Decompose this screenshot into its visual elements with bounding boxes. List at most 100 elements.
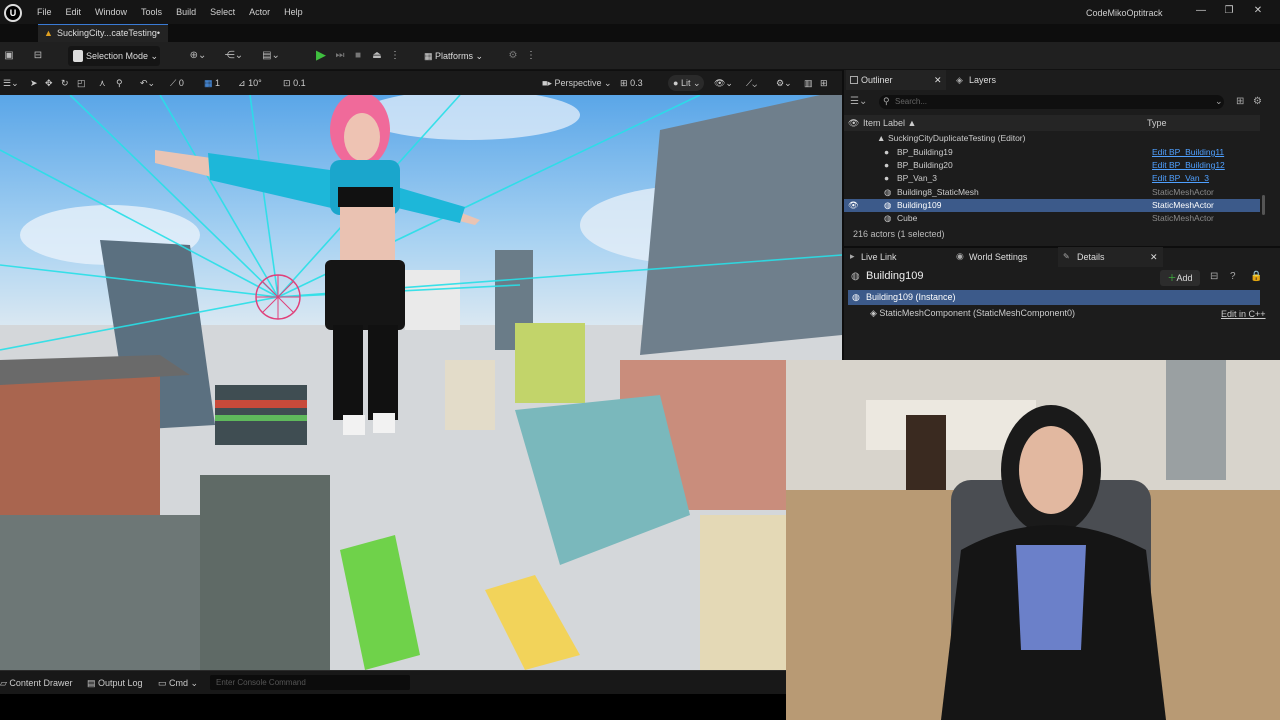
outliner-scrollbar[interactable] (1262, 195, 1265, 215)
settings-icon[interactable]: ⚙ (505, 47, 521, 65)
outliner-row[interactable]: ◍ Building8_StaticMesh StaticMeshActor (844, 186, 1260, 199)
menu-select[interactable]: Select (203, 7, 242, 17)
menu-tools[interactable]: Tools (134, 7, 169, 17)
viewport-layout-icon[interactable]: ▥ (804, 75, 816, 91)
scale-snap-toggle[interactable]: ⊡ 0.1 (283, 75, 319, 91)
row-type: StaticMeshActor (1152, 213, 1214, 223)
edit-blueprint-link[interactable]: Edit BP_Building12 (1152, 159, 1225, 172)
static-mesh-icon: ◍ (884, 187, 892, 197)
add-folder-icon[interactable]: ⊞ (1236, 96, 1244, 107)
menu-edit[interactable]: Edit (59, 7, 89, 17)
content-drawer-button[interactable]: ▱ Content Drawer (0, 676, 76, 690)
outliner-row[interactable]: ● BP_Building20 Edit BP_Building12 (844, 159, 1260, 172)
close-window-button[interactable]: ✕ (1250, 5, 1266, 19)
edit-blueprint-link[interactable]: Edit BP_Building11 (1152, 146, 1224, 159)
component-instance-row[interactable]: Building109 (Instance) (848, 290, 1260, 305)
instance-icon: ◍ (852, 292, 860, 302)
menu-help[interactable]: Help (277, 7, 310, 17)
document-tab-bar (0, 24, 1280, 42)
search-dropdown-icon[interactable]: ⌄ (1215, 96, 1223, 107)
content-browser-icon[interactable]: ⊟ (30, 47, 46, 65)
visibility-eye-icon[interactable]: 👁 (848, 199, 859, 212)
menu-build[interactable]: Build (169, 7, 203, 17)
webcam-overlay (786, 360, 1280, 720)
add-component-button[interactable]: ＋Add (1160, 270, 1200, 286)
light-source-gizmo[interactable] (255, 274, 301, 320)
edit-blueprint-link[interactable]: Edit BP_Van_3 (1152, 172, 1209, 185)
scalability-icon[interactable]: ⟋⌄ (746, 75, 768, 91)
viewport-menu-icon[interactable]: ☰⌄ (3, 75, 23, 91)
outliner-row-selected[interactable]: 👁 ◍ Building109 StaticMeshActor (844, 199, 1260, 212)
details-actor-name[interactable]: Building109 (866, 270, 924, 282)
static-mesh-component-row[interactable]: ◈ StaticMeshComponent (StaticMeshCompone… (870, 308, 1075, 319)
console-input[interactable]: Enter Console Command (210, 675, 410, 690)
maximize-viewport-icon[interactable]: ⊞ (820, 75, 832, 91)
cinematics-icon[interactable]: ▤⌄ (258, 47, 284, 65)
rotate-snap-toggle-icon[interactable]: ↶⌄ (140, 75, 160, 91)
eject-icon[interactable]: ⏏ (370, 47, 384, 65)
outliner-icon (850, 76, 858, 84)
torso (340, 207, 395, 262)
menu-actor[interactable]: Actor (242, 7, 277, 17)
tab-layers[interactable]: Layers (955, 70, 1035, 90)
show-flags-icon[interactable]: 👁⌄ (714, 75, 736, 91)
outliner-row[interactable]: ● BP_Building19 Edit BP_Building11 (844, 146, 1260, 159)
perspective-dropdown[interactable]: ■▸ Perspective ⌄ (542, 75, 614, 91)
outliner-row[interactable]: ● BP_Van_3 Edit BP_Van_3 (844, 172, 1260, 185)
column-type[interactable]: Type (1147, 115, 1167, 131)
world-local-icon[interactable]: ⚲ (116, 75, 128, 91)
grid-snap-toggle[interactable]: ⟋ 0 (170, 75, 196, 91)
outliner-row-world[interactable]: ▲ SuckingCityDuplicateTesting (Editor) (844, 132, 1260, 145)
viewport-settings-icon[interactable]: ⚙⌄ (776, 75, 798, 91)
select-tool-icon[interactable]: ➤ (30, 75, 40, 91)
stop-icon[interactable]: ■ (352, 47, 364, 65)
blueprint-convert-icon[interactable]: ⊟ (1210, 271, 1218, 282)
close-tab-icon[interactable]: ✕ (1150, 247, 1158, 267)
add-actor-icon[interactable]: ⊕⌄ (186, 47, 210, 65)
platforms-icon: ▦ (424, 51, 436, 61)
camera-speed-toggle[interactable]: ⊞ 0.3 (620, 75, 656, 91)
grid-size-label: 1 (215, 78, 221, 88)
close-tab-icon[interactable]: ✕ (934, 70, 942, 90)
tab-outliner[interactable]: Outliner ✕ (846, 70, 946, 90)
cmd-dropdown[interactable]: ▭ Cmd ⌄ (158, 676, 204, 690)
rotation-snap-toggle[interactable]: ⊿ 10° (238, 75, 272, 91)
unreal-logo-icon: U (4, 4, 22, 22)
save-icon[interactable]: ▣ (2, 47, 16, 65)
outliner-row[interactable]: ◍ Cube StaticMeshActor (844, 212, 1260, 225)
level-tab[interactable]: SuckingCity...cateTesting• (38, 24, 168, 42)
menu-file[interactable]: File (30, 7, 59, 17)
play-icon[interactable]: ▶ (316, 47, 328, 63)
tab-details[interactable]: Details ✕ (1058, 247, 1163, 267)
help-icon[interactable]: ? (1230, 271, 1236, 282)
scale-tool-icon[interactable]: ◰ (77, 75, 89, 91)
level-viewport[interactable] (0, 95, 842, 670)
edit-in-cpp-link[interactable]: Edit in C++ (1221, 309, 1266, 319)
outliner-search-input[interactable]: Search... (879, 95, 1224, 109)
visibility-eye-icon[interactable]: 👁 (848, 115, 859, 131)
blueprint-icon[interactable]: ⋲⌄ (222, 47, 246, 65)
tab-live-link[interactable]: Live Link (846, 247, 946, 267)
project-name: CodeMikoOptitrack (1086, 8, 1163, 18)
output-log-button[interactable]: ▤ Output Log (87, 676, 149, 690)
outliner-settings-icon[interactable]: ⚙ (1253, 96, 1262, 107)
rotate-tool-icon[interactable]: ↻ (61, 75, 73, 91)
static-mesh-icon: ◍ (851, 271, 860, 282)
toolbar-options-icon[interactable]: ⋮ (526, 47, 536, 65)
lit-mode-dropdown[interactable]: ● Lit ⌄ (668, 75, 704, 91)
filter-icon[interactable]: ☰⌄ (850, 96, 867, 107)
lock-icon[interactable]: 🔒 (1250, 271, 1262, 282)
viewport-scene (0, 95, 842, 670)
surface-snap-icon[interactable]: ⋏ (99, 75, 111, 91)
column-item-label[interactable]: Item Label ▲ (863, 115, 916, 131)
grid-size-toggle[interactable]: ▦ 1 (204, 75, 232, 91)
platforms-dropdown[interactable]: ▦ Platforms ⌄ (424, 47, 483, 65)
maximize-button[interactable]: ❐ (1221, 5, 1237, 19)
menu-window[interactable]: Window (88, 7, 134, 17)
step-icon[interactable]: ⏭ (334, 47, 346, 65)
translate-tool-icon[interactable]: ✥ (45, 75, 57, 91)
minimize-button[interactable]: — (1193, 5, 1209, 19)
play-options-icon[interactable]: ⋮ (390, 47, 400, 65)
tab-world-settings[interactable]: World Settings (955, 247, 1050, 267)
log-icon: ▤ (87, 678, 99, 688)
